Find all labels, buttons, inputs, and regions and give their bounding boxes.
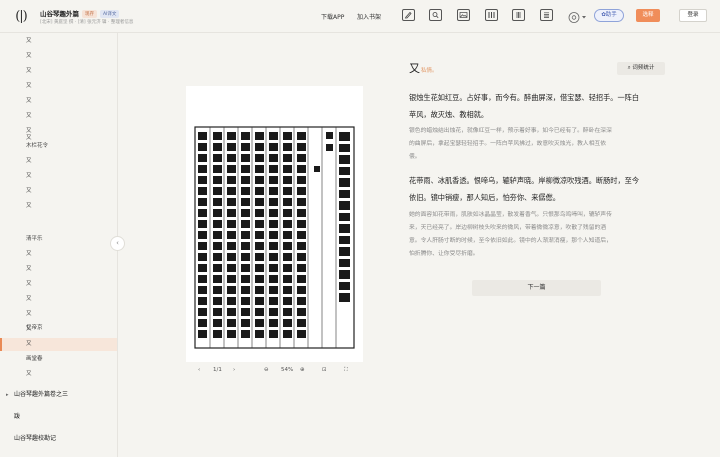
ai-badge: AI译文 — [100, 10, 120, 18]
assistant-button[interactable]: ✿助手 — [594, 9, 624, 22]
columns-tool-button[interactable] — [485, 9, 498, 21]
zoom-in-button[interactable]: ⊕ — [300, 367, 305, 373]
list-icon — [544, 12, 549, 18]
toc-item[interactable]: 又 — [0, 65, 117, 78]
gear-icon — [568, 12, 586, 23]
pen-icon — [404, 11, 412, 19]
toc-item[interactable]: 又 — [0, 308, 117, 321]
next-poem-button[interactable]: 下一篇 — [472, 280, 601, 296]
text-icon — [516, 12, 521, 18]
toc-item[interactable]: 又 — [0, 200, 117, 213]
toc-item-yidijing[interactable]: 忆帝京 — [0, 322, 117, 335]
poem-line: 银烛生花如红豆。占好事，而今有。醉曲屏深，借宝瑟、轻招手。一阵白 — [409, 93, 640, 102]
toc-section-label: 山谷琴趣外篇卷之三 — [14, 391, 69, 398]
translation-line: 来，天已经亮了。岸边柳树枝头吹来的微风，带着微微凉意，吹散了残留的酒 — [409, 225, 607, 231]
scanned-page-image — [186, 86, 363, 362]
sidebar-toc: 又 又 又 又 又 又 又 又 木栏花令 又 又 又 又 清平乐 又 又 又 又… — [0, 33, 118, 457]
toc-item[interactable]: 又 — [0, 50, 117, 63]
edit-tool-button[interactable] — [402, 9, 415, 21]
toc-item[interactable]: 又 — [0, 80, 117, 93]
translation-line: 怕折腾你、让你受尽折磨。 — [409, 251, 479, 257]
toc-item-active[interactable]: 又 — [0, 338, 117, 351]
book-meta: [北宋] 黄庭坚 撰 · [清] 张元济 辑 · 整理者信息 — [40, 20, 134, 25]
word-frequency-label: 词频统计 — [632, 65, 655, 71]
toc-item[interactable]: 又 — [0, 170, 117, 183]
translation-line: 的曲屏后，拿起宝瑟轻轻招手。一阵白苹风拂过，故意吹灭烛光，教人相互依 — [409, 141, 607, 147]
word-frequency-button[interactable]: ⌕ 词频统计 — [617, 62, 665, 75]
zoom-out-button[interactable]: ⊖ — [264, 367, 269, 373]
book-title-row: 山谷琴趣外篇 现存 AI译文 — [40, 8, 120, 18]
search-tool-button[interactable] — [429, 9, 442, 21]
top-bar: (|) 山谷琴趣外篇 现存 AI译文 [北宋] 黄庭坚 撰 · [清] 张元济 辑 … — [0, 0, 720, 33]
toc-item[interactable]: 又 — [0, 185, 117, 198]
settings-dropdown[interactable] — [567, 9, 589, 23]
toc-section-postscript[interactable]: 跋 — [0, 409, 117, 425]
poem-subtitle: 私情。 — [421, 68, 438, 74]
scan-viewer[interactable] — [186, 86, 363, 362]
toc-item[interactable]: 又 — [0, 263, 117, 276]
image-tool-button[interactable] — [457, 9, 470, 21]
download-app-link[interactable]: 下载APP — [321, 12, 344, 21]
toc-item[interactable]: 又 — [0, 293, 117, 306]
toc-item[interactable]: 又 — [0, 278, 117, 291]
toc-item[interactable]: 又 — [0, 95, 117, 108]
book-title: 山谷琴趣外篇 — [40, 10, 79, 18]
columns-icon — [488, 12, 495, 18]
translation-line: 意。令人肝肠寸断的时候，至今依旧如此。镜中的人渐渐消瘦，那个人知道后， — [409, 238, 612, 244]
page-indicator: 1/1 — [213, 367, 222, 373]
toc-item[interactable]: 又 — [0, 155, 117, 168]
search-icon — [432, 12, 439, 19]
next-page-button[interactable]: › — [233, 367, 235, 373]
add-to-shelf-link[interactable]: 加入书架 — [357, 12, 381, 21]
zoom-in-icon: ⊕ — [300, 367, 305, 373]
assistant-label: 助手 — [605, 12, 617, 18]
toc-item[interactable]: 又 — [0, 368, 117, 381]
status-badge: 现存 — [82, 10, 97, 18]
viewer-toolbar: ‹ 1/1 › ⊖ 54% ⊕ ⊡ ⛶ — [186, 364, 363, 380]
translation-line: 银色的蜡烛结出烛花，就像红豆一样，预示着好事，如今已经有了。醉卧在深深 — [409, 128, 612, 134]
fullscreen-button[interactable]: ⛶ — [344, 367, 348, 374]
toc-item[interactable]: 又 — [0, 35, 117, 48]
poem-title-row: 又私情。 — [409, 60, 438, 76]
poem-title: 又 — [409, 62, 420, 75]
list-tool-button[interactable] — [540, 9, 553, 21]
fullscreen-icon: ⛶ — [344, 367, 348, 373]
toc-section-collation[interactable]: 山谷琴趣校勘记 — [0, 431, 117, 447]
fit-page-button[interactable]: ⊡ — [322, 367, 327, 373]
image-icon — [459, 12, 468, 18]
prev-page-button[interactable]: ‹ — [198, 367, 200, 373]
caret-right-icon: ▸ — [6, 392, 9, 398]
poem-line: 依旧。镜中销瘦，那人知后，怕夯你、来僝僽。 — [409, 193, 560, 202]
search-icon: ⌕ — [627, 65, 631, 71]
toc-item-huatangchun[interactable]: 画堂春 — [0, 353, 117, 366]
toc-item-qingpingle[interactable]: 清平乐 — [0, 233, 117, 246]
translation-line: 她的面容如花带雨，肌肤如冰晶晶莹，散发着香气。只恨那鸟鸣啼叫，辘轳声传 — [409, 212, 612, 218]
text-tool-button[interactable] — [512, 9, 525, 21]
chevron-left-icon: ‹ — [116, 239, 119, 247]
toc-item[interactable]: 又 — [0, 110, 117, 123]
logo[interactable]: (|) — [12, 7, 30, 27]
login-button[interactable]: 登录 — [679, 9, 707, 22]
toc-item-mulanhua[interactable]: 木栏花令 — [0, 140, 117, 153]
chevron-left-icon: ‹ — [198, 367, 201, 373]
zoom-out-icon: ⊖ — [264, 367, 269, 373]
poem-line: 苹风，故灭烛、教相就。 — [409, 110, 489, 119]
chevron-right-icon: › — [233, 367, 236, 373]
hide-annotation-button[interactable]: 选释 — [636, 9, 660, 22]
poem-line: 花带雨、冰肌香透。恨啼乌，辘轳声晓。岸柳微凉吹残酒。断肠时，至今 — [409, 176, 640, 185]
toc-item[interactable]: 又 — [0, 248, 117, 261]
fit-page-icon: ⊡ — [322, 367, 327, 373]
collapse-sidebar-button[interactable]: ‹ — [110, 236, 125, 251]
toc-section-volume-3[interactable]: ▸ 山谷琴趣外篇卷之三 — [0, 387, 117, 403]
translation-line: 偎。 — [409, 154, 421, 160]
zoom-level: 54% — [281, 367, 294, 373]
